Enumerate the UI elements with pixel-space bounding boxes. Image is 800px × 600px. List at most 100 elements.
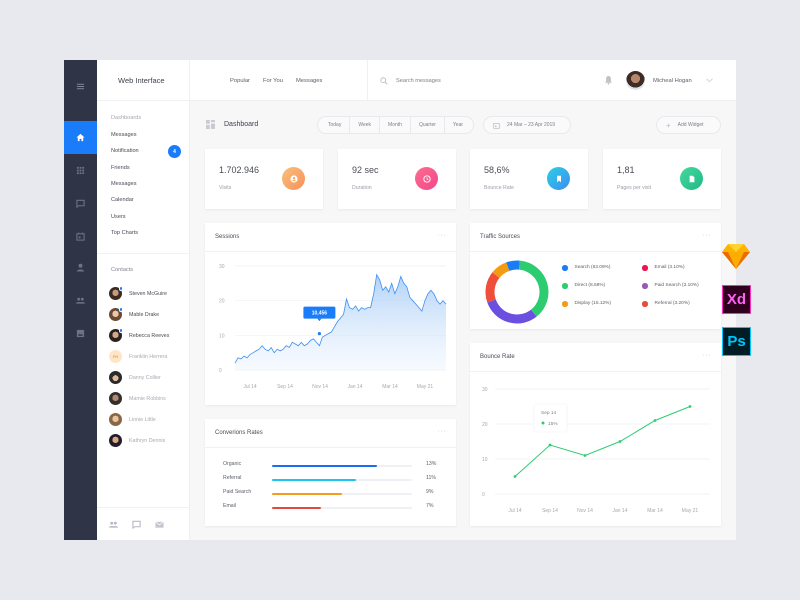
sidebar-item-label: Users: [111, 213, 126, 220]
user-icon: [76, 263, 85, 272]
x-tick-label: Nov 14: [312, 384, 328, 390]
app-window: Web Interface Dashboards Messages Notifi…: [64, 60, 736, 540]
rail-chat[interactable]: [64, 187, 97, 220]
search-box: [380, 74, 580, 87]
sidebar-item-calendar[interactable]: Calendar: [97, 192, 189, 208]
stat-icon-badge: [415, 167, 438, 190]
rail-team[interactable]: [64, 284, 97, 317]
avatar: [109, 413, 122, 427]
data-point: [688, 405, 692, 408]
sidebar-item-top-charts[interactable]: Top Charts: [97, 225, 189, 241]
chevron-down-icon: [705, 78, 713, 83]
calendar-icon: [493, 122, 500, 129]
sidebar-footer: [97, 507, 189, 540]
contact-item[interactable]: Rebecca Reeves: [97, 325, 189, 346]
card-title: Traffic Sources: [480, 234, 521, 240]
avatar: [109, 286, 123, 301]
avatar: FH: [109, 350, 122, 364]
contact-name: Mable Drake: [129, 311, 160, 318]
tooltip-pointer: [317, 318, 322, 322]
more-options-icon[interactable]: ···: [703, 352, 712, 359]
stat-label: Bounce Rate: [484, 185, 514, 191]
sketch-app-icon: [721, 241, 751, 271]
range-quarter[interactable]: Quarter: [411, 117, 445, 133]
sidebar-item-messages[interactable]: Messages: [97, 127, 189, 143]
range-month[interactable]: Month: [380, 117, 411, 133]
range-selector: Today Week Month Quarter Year: [317, 116, 475, 134]
clock-icon: [422, 174, 431, 183]
tooltip-box: [533, 403, 568, 433]
avatar: [109, 328, 123, 343]
y-tick-label: 20: [482, 422, 488, 428]
conversion-label: Organic: [223, 461, 242, 467]
top-nav-popular[interactable]: Popular: [230, 78, 250, 84]
ps-app-icon: Ps: [722, 327, 751, 356]
more-options-icon[interactable]: ···: [438, 428, 447, 435]
x-tick-label: Sep 14: [277, 384, 293, 390]
conversion-bar: [272, 465, 377, 467]
user-circle-icon: [289, 174, 298, 183]
legend-label: Paid Search (3.10%): [654, 283, 699, 289]
avatar: [109, 371, 122, 385]
x-tick-label: Jul 14: [508, 508, 522, 514]
bell-icon[interactable]: [604, 75, 613, 85]
sidebar-item-messages-2[interactable]: Messages: [97, 176, 189, 192]
data-point: [548, 443, 552, 447]
plus-icon: +: [666, 120, 671, 130]
contact-name: Rebecca Reeves: [129, 332, 170, 339]
legend-label: Direct (8.58%): [574, 283, 606, 289]
notification-badge: 4: [168, 145, 181, 159]
range-week[interactable]: Week: [350, 117, 381, 133]
more-options-icon[interactable]: ···: [438, 232, 447, 239]
stat-icon-badge: [282, 167, 305, 190]
donut-slice: [518, 260, 549, 317]
search-input[interactable]: [396, 77, 566, 84]
range-today[interactable]: Today: [318, 117, 351, 133]
traffic-donut-chart: [485, 260, 549, 324]
rail-apps[interactable]: [64, 154, 97, 187]
date-range-picker[interactable]: 24 Mar – 23 Apr 2019: [483, 116, 571, 134]
y-tick-label: 10: [219, 333, 225, 339]
sidebar-item-friends[interactable]: Friends: [97, 160, 189, 176]
sessions-card: Sessions ··· 0 10 20 30 Jul 14 Sep 14 Nov 14 Ja…: [205, 223, 456, 405]
contacts-title: Contacts: [111, 267, 134, 274]
tooltip-label: 10,456: [312, 311, 328, 317]
range-year[interactable]: Year: [445, 117, 473, 133]
top-nav-messages[interactable]: Messages: [296, 78, 322, 84]
legend-item: Display (15.12%): [562, 301, 611, 307]
contact-item[interactable]: FH Franklin Herrera: [97, 346, 189, 367]
user-name: Micheal Hogan: [653, 77, 692, 84]
rail-home[interactable]: [64, 121, 97, 154]
top-nav-for-you[interactable]: For You: [263, 78, 283, 84]
contact-item[interactable]: Mamie Robbins: [97, 388, 189, 409]
y-tick-label: 0: [482, 492, 485, 498]
xd-app-icon: Xd: [722, 285, 751, 314]
rail-gallery[interactable]: [64, 317, 97, 350]
avatar: [109, 434, 122, 448]
stat-card-duration: 92 sec Duration: [338, 149, 456, 209]
rail-profile[interactable]: [64, 251, 97, 284]
y-tick-label: 10: [482, 457, 488, 463]
contact-item[interactable]: Mable Drake: [97, 304, 189, 325]
sessions-chart: 0 10 20 30 Jul 14 Sep 14 Nov 14 Jan 14 Mar 14 May…: [219, 264, 447, 390]
contact-item[interactable]: Kathryn Dennis: [97, 430, 189, 451]
sidebar-item-users[interactable]: Users: [97, 208, 189, 224]
rail-calendar[interactable]: [64, 220, 97, 253]
users-icon[interactable]: [109, 520, 118, 529]
add-widget-button[interactable]: + Add Widget: [656, 116, 721, 134]
conversion-bar: [272, 493, 342, 495]
contact-item[interactable]: Steven McGuire: [97, 283, 189, 304]
contact-item[interactable]: Linnie Little: [97, 409, 189, 430]
sidebar-item-notification[interactable]: Notification 4: [97, 143, 189, 159]
legend-swatch: [562, 283, 568, 289]
card-header: Bounce Rate ···: [470, 343, 721, 372]
mail-icon[interactable]: [155, 520, 164, 529]
contact-list: Steven McGuire Mable Drake Rebecca Reeve…: [97, 283, 189, 451]
more-options-icon[interactable]: ···: [703, 232, 712, 239]
stat-value: 1,81: [617, 165, 635, 175]
contact-item[interactable]: Danny Collier: [97, 367, 189, 388]
menu-button[interactable]: [64, 70, 97, 103]
grid-icon: [76, 166, 85, 175]
chat-icon[interactable]: [132, 520, 141, 529]
user-menu[interactable]: Micheal Hogan: [626, 71, 713, 90]
